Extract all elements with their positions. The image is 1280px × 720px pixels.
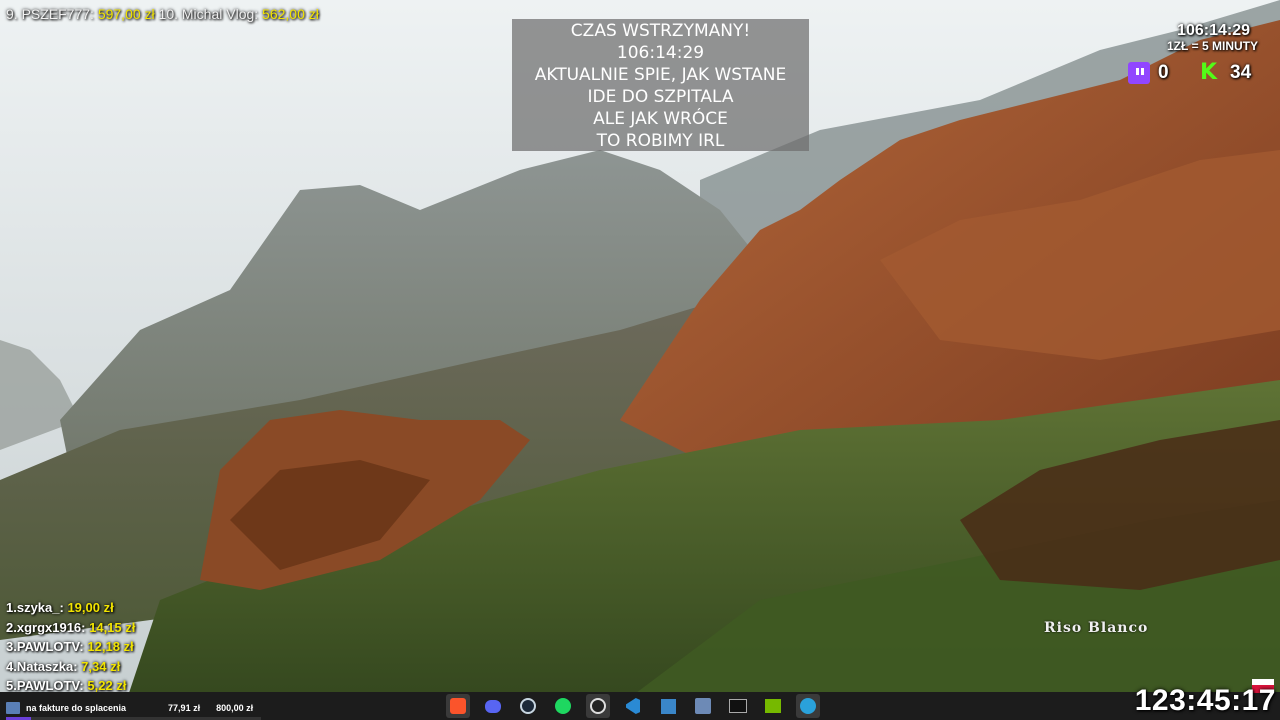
timer-paused-notice: CZAS WSTRZYMANY! 106:14:29 AKTUALNIE SPI… bbox=[512, 19, 809, 151]
leaderboard-name: 4.Nataszka: bbox=[6, 658, 82, 674]
notice-line: CZAS WSTRZYMANY! bbox=[570, 21, 751, 41]
donation-goal: na fakture do splacenia 77,91 zł 800,00 … bbox=[6, 702, 261, 720]
ticker-amount: 562,00 zł bbox=[262, 6, 319, 22]
leaderboard-name: 5.PAWLOTV: bbox=[6, 678, 88, 693]
twitch-icon bbox=[1128, 62, 1150, 84]
files-icon[interactable] bbox=[656, 694, 680, 718]
subathon-timer: 106:14:29 bbox=[1177, 22, 1250, 39]
telegram-icon[interactable] bbox=[796, 694, 820, 718]
nvidia-icon[interactable] bbox=[761, 694, 785, 718]
obs-icon[interactable] bbox=[586, 694, 610, 718]
leaderboard-amount: 5,22 zł bbox=[87, 678, 127, 693]
big-clock: 123:45:17 bbox=[1134, 684, 1276, 717]
leaderboard-amount: 19,00 zł bbox=[67, 600, 114, 615]
leaderboard-row: 4.Nataszka: 7,34 zł bbox=[6, 657, 135, 677]
network-icon[interactable] bbox=[691, 694, 715, 718]
notice-line: AKTUALNIE SPIE, JAK WSTANE bbox=[534, 65, 787, 85]
goal-icon bbox=[6, 702, 20, 714]
notice-line: 106:14:29 bbox=[616, 43, 705, 63]
donation-ticker: 9. PSZEF777: 597,00 zł 10. Michal Vlog: … bbox=[6, 6, 319, 22]
leaderboard-row: 1.szyka_: 19,00 zł bbox=[6, 598, 135, 618]
steam-icon[interactable] bbox=[516, 694, 540, 718]
timer-rate: 1ZŁ = 5 MINUTY bbox=[1166, 39, 1258, 53]
notice-line: TO ROBIMY IRL bbox=[596, 131, 725, 151]
ticker-name: 9. PSZEF777 bbox=[6, 6, 91, 22]
ticker-name: 10. Michal Vlog bbox=[158, 6, 255, 22]
vscode-icon[interactable] bbox=[621, 694, 645, 718]
leaderboard-amount: 14,15 zł bbox=[89, 619, 136, 635]
discord-icon[interactable] bbox=[481, 694, 505, 718]
leaderboard-amount: 12,18 zł bbox=[87, 639, 134, 654]
taskbar-apps bbox=[446, 692, 820, 720]
leaderboard-row: 2.xgrgx1916: 14,15 zł bbox=[6, 618, 135, 638]
goal-target: 800,00 zł bbox=[216, 703, 254, 713]
kick-icon: K bbox=[1200, 60, 1218, 85]
terminal-icon[interactable] bbox=[726, 694, 750, 718]
leaderboard-amount: 7,34 zł bbox=[81, 658, 121, 674]
brave-icon[interactable] bbox=[446, 694, 470, 718]
twitch-count: 0 bbox=[1158, 62, 1169, 83]
twitch-counter: 0 bbox=[1128, 62, 1169, 84]
spotify-icon[interactable] bbox=[551, 694, 575, 718]
donation-leaderboard: 1.szyka_: 19,00 zł 2.xgrgx1916: 14,15 zł… bbox=[6, 598, 135, 696]
video-watermark: Riso Blanco bbox=[1044, 620, 1149, 636]
leaderboard-row: 3.PAWLOTV: 12,18 zł bbox=[6, 637, 135, 657]
leaderboard-name: 1.szyka_: bbox=[6, 600, 68, 615]
goal-label: na fakture do splacenia bbox=[26, 703, 127, 713]
kick-counter: K 34 bbox=[1200, 62, 1251, 84]
taskbar: na fakture do splacenia 77,91 zł 800,00 … bbox=[0, 692, 1280, 720]
ticker-amount: 597,00 zł bbox=[97, 6, 155, 22]
kick-count: 34 bbox=[1230, 62, 1252, 83]
goal-current: 77,91 zł bbox=[168, 703, 201, 713]
leaderboard-name: 3.PAWLOTV: bbox=[6, 639, 88, 654]
notice-line: IDE DO SZPITALA bbox=[587, 87, 734, 107]
leaderboard-name: 2.xgrgx1916: bbox=[6, 619, 90, 635]
notice-line: ALE JAK WRÓCE bbox=[593, 109, 728, 129]
